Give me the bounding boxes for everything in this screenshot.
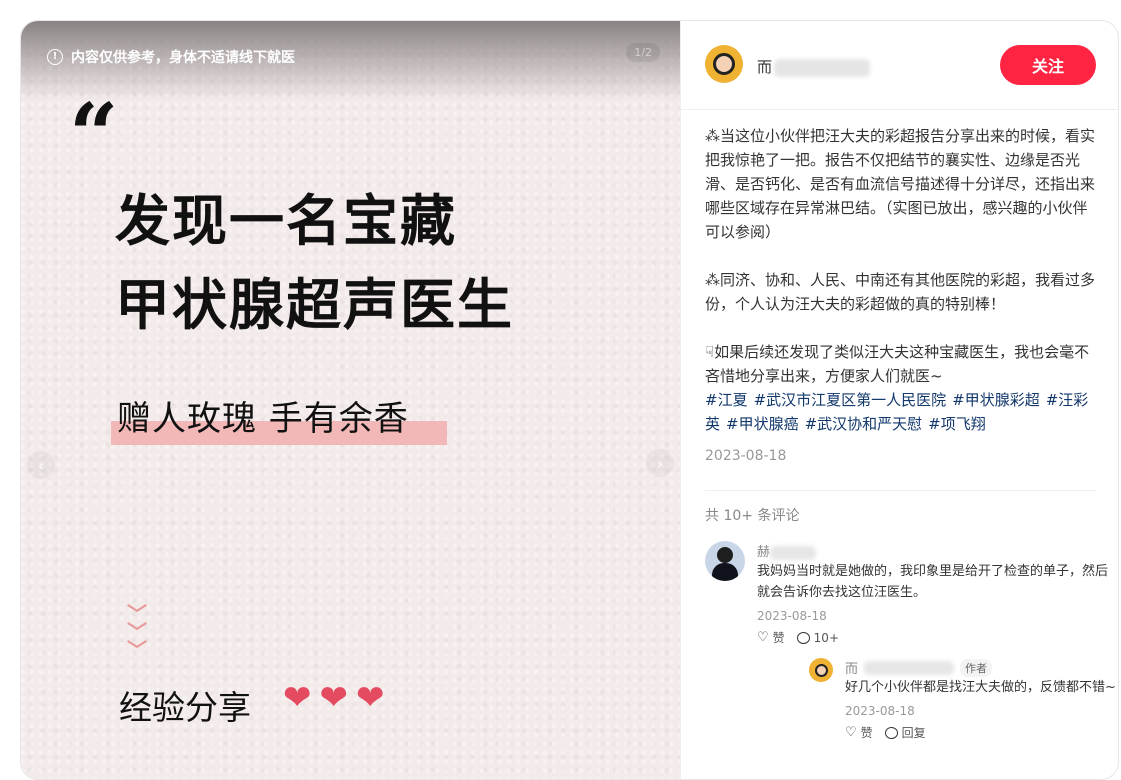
avatar-face	[713, 53, 735, 75]
disclaimer-text: 内容仅供参考，身体不适请线下就医	[71, 50, 295, 66]
reply-button[interactable]: 回复	[884, 724, 926, 741]
reply-actions: ♡ 赞 回复	[845, 724, 1118, 741]
headline-line-2: 甲状腺超声医生	[115, 273, 515, 337]
reply-author-avatar[interactable]	[809, 658, 833, 682]
divider	[705, 490, 1096, 491]
post-date: 2023-08-18	[705, 448, 787, 464]
hashtag-link[interactable]: #武汉协和严天慰	[805, 415, 923, 433]
commenter-name[interactable]: 赫	[757, 541, 1118, 561]
hashtag-link[interactable]: #甲状腺彩超	[952, 391, 1040, 409]
comment-bubble-icon	[884, 726, 898, 739]
hashtag-list: #江夏 #武汉市江夏区第一人民医院 #甲状腺彩超 #汪彩英 #甲状腺癌 #武汉协和严天慰 #…	[705, 388, 1096, 436]
note-side-panel: 而 关注 ⁂当这位小伙伴把汪大夫的彩超报告分享出来的时候，看实把我惊艳了一把。报…	[680, 21, 1118, 779]
image-carousel[interactable]: ! 内容仅供参考，身体不适请线下就医 1/2 “ 发现一名宝藏 甲状腺超声医生 …	[21, 21, 680, 779]
reply-author-name[interactable]: 而 作者	[845, 658, 1118, 677]
reply-body: 而 作者 好几个小伙伴都是找汪大夫做的，反馈都不错~ 2023-08-18 ♡ 赞…	[845, 658, 1118, 741]
image-counter: 1/2	[626, 43, 660, 62]
blurred-name	[774, 58, 871, 77]
note-detail-card: ! 内容仅供参考，身体不适请线下就医 1/2 “ 发现一名宝藏 甲状腺超声医生 …	[20, 20, 1119, 780]
commenter-avatar[interactable]	[705, 541, 745, 581]
share-label: 经验分享	[119, 688, 251, 727]
note-paragraph-3: ☟如果后续还发现了类似汪大夫这种宝藏医生，我也会毫不吝惜地分享出来，方便家人们就…	[705, 343, 1090, 385]
slogan-text: 赠人玫瑰 手有余香	[117, 399, 409, 439]
comment-text: 我妈妈当时就是她做的，我印象里是给开了检查的单子，然后就会告诉你去找这位汪医生。	[757, 564, 1109, 600]
comment-body: 赫 我妈妈当时就是她做的，我印象里是给开了检查的单子，然后就会告诉你去找这位汪医…	[757, 541, 1118, 741]
prev-image-button[interactable]: ‹	[27, 451, 55, 479]
avatar-head	[717, 547, 733, 563]
avatar-face	[814, 663, 828, 677]
author-name-text: 而	[757, 58, 773, 76]
follow-button[interactable]: 关注	[1000, 45, 1096, 85]
hashtag-link[interactable]: #武汉市江夏区第一人民医院	[754, 391, 947, 409]
reply-text: 好几个小伙伴都是找汪大夫做的，反馈都不错~	[845, 680, 1116, 695]
chevron-down-icon: ﹀ ﹀ ﹀	[127, 602, 147, 662]
comment-total: 共 10+ 条评论	[705, 508, 800, 524]
author-bar: 而 关注	[681, 21, 1118, 110]
blurred-name	[770, 545, 817, 560]
quote-mark-icon: “	[69, 85, 119, 186]
reply-count: 10+	[813, 630, 839, 645]
note-content: ⁂当这位小伙伴把汪大夫的彩超报告分享出来的时候，看实把我惊艳了一把。报告不仅把结…	[681, 110, 1118, 468]
heart-icon: ❤	[356, 678, 385, 718]
image-headline: 发现一名宝藏 甲状腺超声医生	[115, 179, 514, 347]
comment-item: 赫 我妈妈当时就是她做的，我印象里是给开了检查的单子，然后就会告诉你去找这位汪医…	[705, 541, 1118, 741]
slogan-block: 赠人玫瑰 手有余香	[111, 391, 447, 445]
comment-bubble-icon	[796, 631, 810, 644]
reply-date: 2023-08-18	[845, 704, 915, 718]
author-avatar[interactable]	[705, 45, 743, 83]
like-button[interactable]: ♡ 赞	[757, 629, 785, 646]
heart-icon: ❤	[319, 678, 349, 718]
heart-outline-icon: ♡	[845, 725, 857, 740]
heart-outline-icon: ♡	[757, 630, 769, 645]
comment-actions: ♡ 赞 10+	[757, 629, 1118, 646]
hashtag-link[interactable]: #甲状腺癌	[726, 415, 799, 433]
reply-author-name-text: 而	[845, 662, 859, 677]
blurred-name	[864, 660, 955, 675]
medical-disclaimer: ! 内容仅供参考，身体不适请线下就医	[47, 47, 295, 67]
like-label: 赞	[772, 631, 785, 645]
headline-line-1: 发现一名宝藏	[115, 189, 458, 253]
info-icon: !	[47, 49, 63, 65]
like-button[interactable]: ♡ 赞	[845, 724, 873, 741]
commenter-name-text: 赫	[757, 545, 771, 560]
comment-date: 2023-08-18	[757, 609, 827, 623]
note-paragraph-1: ⁂当这位小伙伴把汪大夫的彩超报告分享出来的时候，看实把我惊艳了一把。报告不仅把结…	[705, 127, 1096, 241]
author-badge: 作者	[960, 658, 993, 677]
heart-icon: ❤	[283, 678, 312, 718]
next-image-button[interactable]: ›	[646, 449, 674, 477]
author-name[interactable]: 而	[757, 56, 871, 77]
hashtag-link[interactable]: #江夏	[705, 391, 748, 409]
hashtag-link[interactable]: #项飞翔	[928, 415, 986, 433]
reply-item: 而 作者 好几个小伙伴都是找汪大夫做的，反馈都不错~ 2023-08-18 ♡ 赞…	[809, 658, 1118, 741]
reply-count-button[interactable]: 10+	[796, 630, 839, 645]
reply-label: 回复	[901, 726, 926, 740]
hearts-decoration: ❤ ❤ ❤	[283, 681, 385, 715]
note-paragraph-2: ⁂同济、协和、人民、中南还有其他医院的彩超，我看过多份，个人认为汪大夫的彩超做的…	[705, 271, 1096, 313]
avatar-body	[712, 563, 738, 581]
like-label: 赞	[860, 726, 873, 740]
